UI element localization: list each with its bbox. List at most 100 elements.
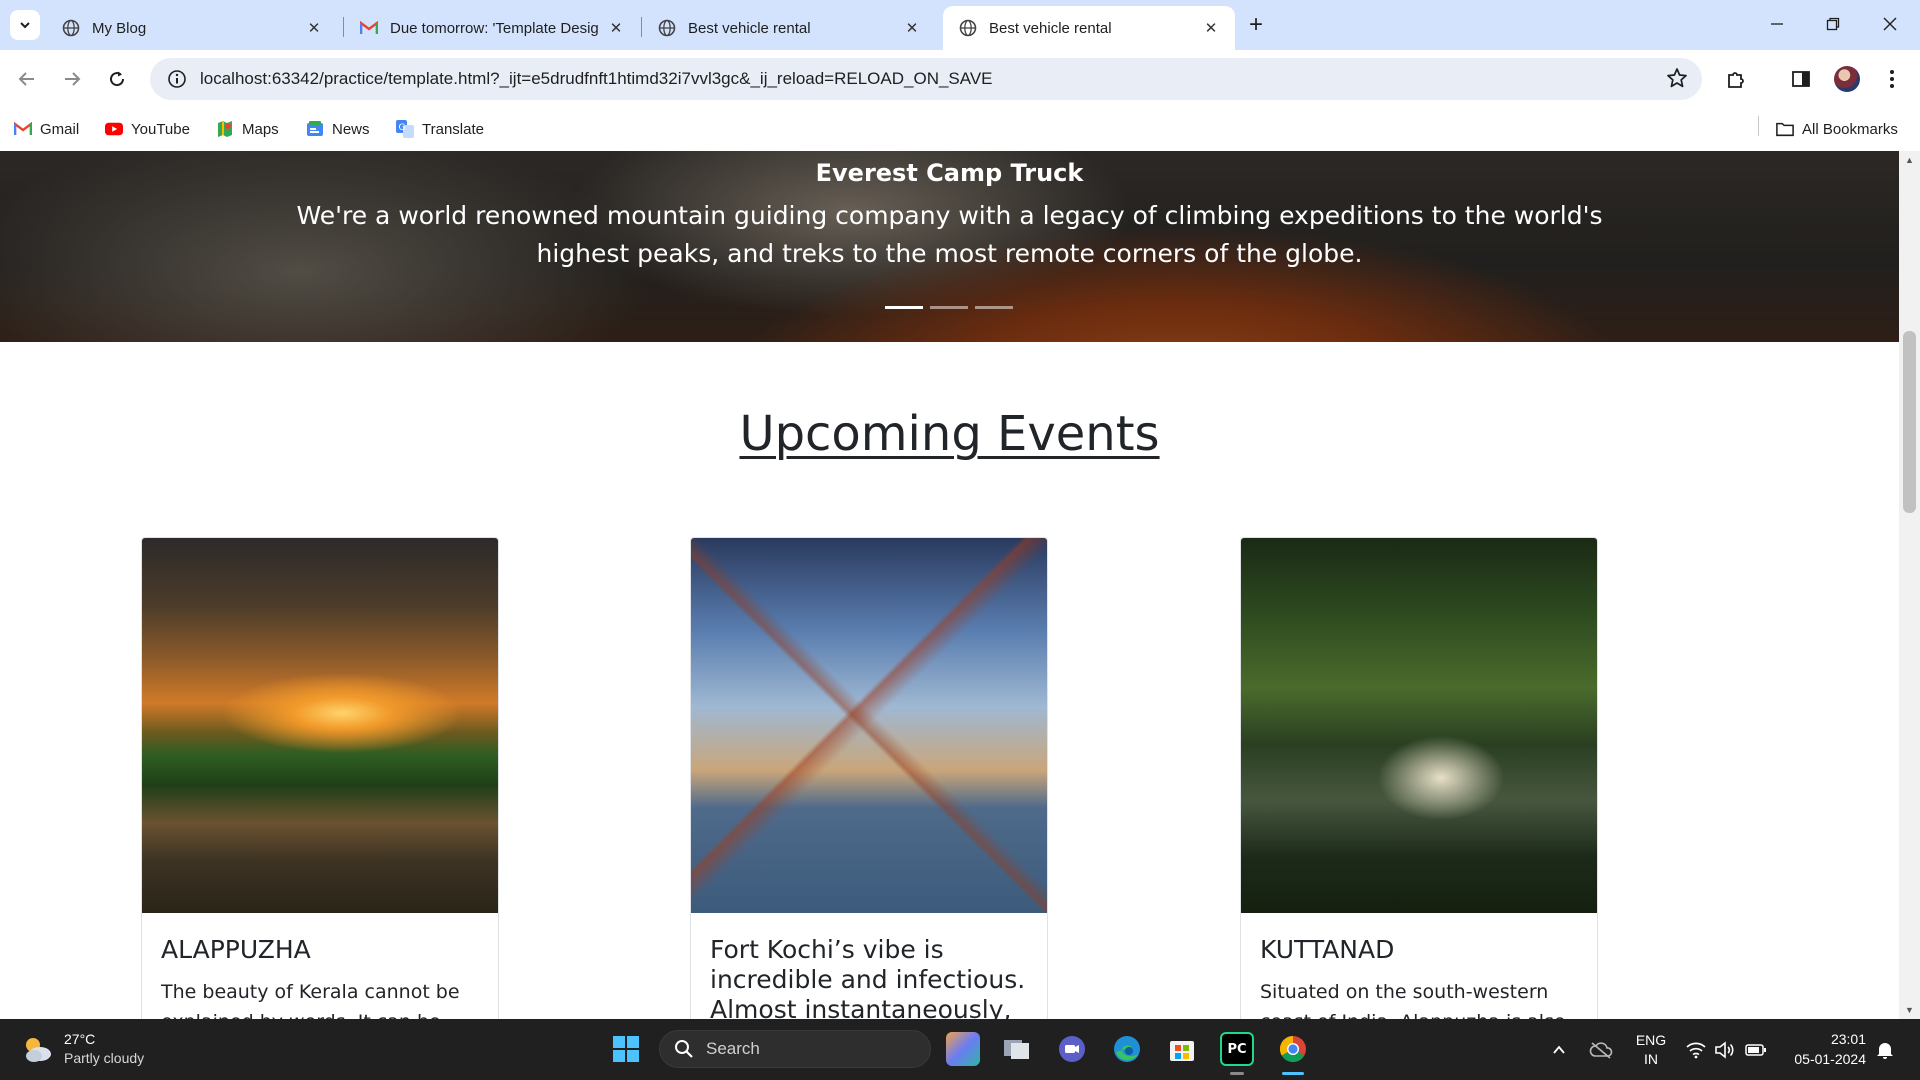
forward-button[interactable]: [55, 62, 89, 96]
extensions-icon[interactable]: [1722, 65, 1750, 93]
card-text: The beauty of Kerala cannot be explained…: [161, 981, 460, 1019]
new-tab-button[interactable]: +: [1243, 11, 1269, 38]
wifi-icon[interactable]: [1685, 1019, 1707, 1080]
tab-title: Best vehicle rental: [688, 19, 811, 37]
copilot-app[interactable]: [946, 1032, 980, 1066]
close-icon[interactable]: ✕: [304, 18, 324, 38]
address-bar[interactable]: localhost:63342/practice/template.html?_…: [150, 58, 1702, 100]
scroll-down-icon[interactable]: ▼: [1905, 1005, 1914, 1015]
store-app[interactable]: [1165, 1032, 1199, 1066]
bookmark-maps[interactable]: Maps: [216, 115, 279, 143]
gmail-icon: [14, 120, 32, 138]
partly-cloudy-icon: [26, 1038, 51, 1062]
system-clock[interactable]: 23:01 05-01-2024: [1786, 1029, 1866, 1069]
bookmark-label: Translate: [422, 120, 484, 138]
search-label: Search: [706, 1039, 760, 1058]
onedrive-offline-icon[interactable]: [1589, 1019, 1613, 1080]
bookmark-youtube[interactable]: YouTube: [105, 115, 190, 143]
clock-time: 23:01: [1830, 1031, 1866, 1047]
menu-dots-icon[interactable]: [1878, 65, 1906, 93]
event-card-fort-kochi[interactable]: Fort Kochi’s vibe is incredible and infe…: [690, 537, 1048, 1019]
bookmarks-separator: [1758, 116, 1759, 136]
alappuzha-image: [142, 538, 498, 913]
tab-title: Best vehicle rental: [989, 19, 1112, 37]
hero-title: Everest Camp Truck: [815, 159, 1084, 187]
forward-arrow-icon: [65, 72, 81, 86]
bookmark-label: Gmail: [40, 120, 80, 138]
teams-app[interactable]: [1055, 1032, 1089, 1066]
tray-overflow-icon[interactable]: [1551, 1019, 1567, 1080]
bookmark-label: YouTube: [131, 120, 190, 138]
windows-icon: [613, 1036, 639, 1062]
scrollbar-thumb[interactable]: [1903, 331, 1916, 513]
event-card-kuttanad[interactable]: KUTTANAD Situated on the south-western c…: [1240, 537, 1598, 1019]
bookmark-gmail[interactable]: Gmail: [14, 115, 79, 143]
tab-title: Due tomorrow: 'Template Desig: [390, 19, 599, 37]
store-icon: [1170, 1041, 1194, 1061]
kuttanad-image: [1241, 538, 1597, 913]
close-icon: [1883, 17, 1897, 31]
card-body: Fort Kochi’s vibe is incredible and infe…: [691, 913, 1047, 1019]
events-heading: Upcoming Events: [739, 406, 1160, 462]
restore-button[interactable]: [1813, 8, 1853, 40]
close-icon[interactable]: ✕: [606, 18, 626, 38]
youtube-icon: [105, 120, 123, 138]
chrome-app[interactable]: [1276, 1032, 1310, 1066]
task-view-app[interactable]: [1000, 1032, 1034, 1066]
all-bookmarks-button[interactable]: All Bookmarks: [1776, 115, 1898, 143]
start-button[interactable]: [609, 1032, 643, 1066]
page-scrollbar[interactable]: ▲ ▼: [1899, 151, 1920, 1019]
taskbar-search[interactable]: Search: [659, 1030, 931, 1068]
task-view-icon: [1004, 1040, 1029, 1059]
card-title: ALAPPUZHA: [161, 935, 311, 964]
minimize-button[interactable]: [1757, 8, 1797, 40]
card-body: ALAPPUZHA The beauty of Kerala cannot be…: [142, 913, 498, 1019]
side-panel-icon[interactable]: [1787, 65, 1815, 93]
weather-widget[interactable]: 27°C Partly cloudy: [20, 1030, 144, 1068]
region-code: IN: [1644, 1050, 1658, 1067]
hero-description: We're a world renowned mountain guiding …: [296, 201, 1603, 268]
scroll-up-icon[interactable]: ▲: [1905, 155, 1914, 165]
back-button[interactable]: [10, 62, 44, 96]
pycharm-running-indicator: [1230, 1072, 1244, 1075]
restore-icon: [1826, 17, 1840, 31]
bookmark-news[interactable]: News: [306, 115, 370, 143]
globe-icon: [959, 19, 977, 37]
tab-gmail[interactable]: Due tomorrow: 'Template Desig ✕: [344, 6, 640, 50]
tab-vehicle-rental[interactable]: Best vehicle rental ✕: [642, 6, 936, 50]
carousel-indicator-3[interactable]: [975, 306, 1013, 309]
edge-app[interactable]: [1110, 1032, 1144, 1066]
close-icon[interactable]: ✕: [902, 18, 922, 38]
minimize-icon: [1771, 23, 1783, 25]
carousel-indicator-2[interactable]: [930, 306, 968, 309]
site-info-icon[interactable]: [156, 58, 198, 100]
notification-bell-icon[interactable]: [1876, 1019, 1894, 1080]
language-code: ENG: [1635, 1031, 1667, 1048]
pycharm-app[interactable]: PC: [1220, 1032, 1254, 1066]
page-viewport: Everest Camp Truck We're a world renowne…: [0, 151, 1920, 1019]
card-text: Situated on the south-western coast of I…: [1260, 981, 1566, 1019]
chrome-active-indicator: [1282, 1072, 1304, 1075]
reload-button[interactable]: [100, 62, 134, 96]
search-icon: [675, 1040, 693, 1058]
profile-avatar[interactable]: [1834, 66, 1860, 92]
tab-search-button[interactable]: [10, 10, 40, 40]
window-close-button[interactable]: [1870, 8, 1910, 40]
bookmarks-bar: Gmail YouTube Maps News G Translate All …: [0, 108, 1920, 151]
back-arrow-icon: [18, 72, 34, 86]
tab-my-blog[interactable]: My Blog ✕: [46, 6, 338, 50]
volume-icon[interactable]: [1714, 1019, 1736, 1080]
chrome-icon: [1279, 1035, 1306, 1063]
bookmark-star-icon[interactable]: [1666, 67, 1688, 94]
carousel-indicator-1[interactable]: [885, 306, 923, 309]
weather-temp: 27°C: [64, 1031, 96, 1047]
tab-vehicle-rental-active[interactable]: Best vehicle rental ✕: [943, 6, 1235, 50]
card-body: KUTTANAD Situated on the south-western c…: [1241, 913, 1597, 1019]
close-icon[interactable]: ✕: [1201, 18, 1221, 38]
battery-icon[interactable]: [1745, 1019, 1767, 1080]
bookmark-label: Maps: [242, 120, 279, 138]
event-card-alappuzha[interactable]: ALAPPUZHA The beauty of Kerala cannot be…: [141, 537, 499, 1019]
bookmark-translate[interactable]: G Translate: [396, 115, 484, 143]
language-indicator[interactable]: ENG IN: [1634, 1019, 1668, 1080]
browser-toolbar: localhost:63342/practice/template.html?_…: [0, 50, 1920, 108]
